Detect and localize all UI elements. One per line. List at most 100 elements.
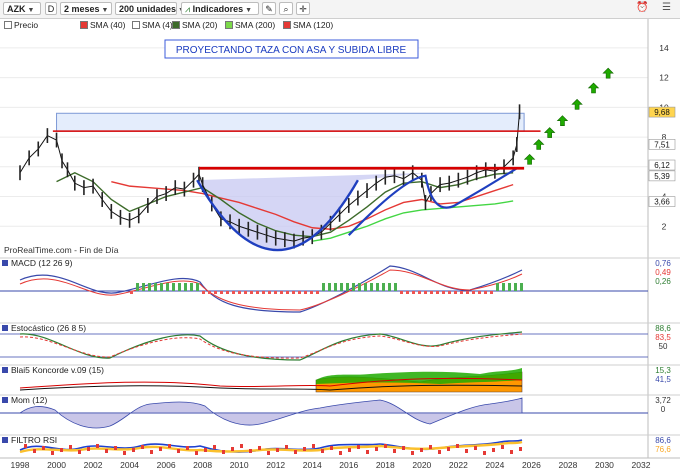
rsi-red-mark xyxy=(42,446,45,450)
target-box xyxy=(56,112,525,132)
rsi-red-mark xyxy=(60,448,63,452)
legend-item[interactable]: SMA (120) xyxy=(283,20,333,31)
macd-histogram-bar xyxy=(340,283,343,291)
macd-histogram-bar xyxy=(436,291,439,294)
macd-histogram-bar xyxy=(424,291,427,294)
rsi-red-mark xyxy=(78,450,81,454)
panel-value-label: 0 xyxy=(661,405,666,414)
macd-histogram-bar xyxy=(172,283,175,291)
macd-histogram-bar xyxy=(472,291,475,294)
rsi-red-mark xyxy=(285,445,288,449)
rsi-red-mark xyxy=(177,449,180,453)
macd-histogram-bar xyxy=(292,291,295,294)
rsi-red-mark xyxy=(186,446,189,450)
x-tick-label: 2012 xyxy=(266,460,285,470)
alert-icon[interactable]: ⏰ xyxy=(636,3,648,13)
rsi-red-mark xyxy=(213,445,216,449)
macd-histogram-bar xyxy=(148,283,151,291)
x-tick-label: 2004 xyxy=(120,460,139,470)
macd-histogram-bar xyxy=(274,291,277,294)
menu-icon[interactable]: ☰ xyxy=(662,3,671,13)
macd-histogram-bar xyxy=(220,291,223,294)
panel-value-label: 41,5 xyxy=(655,375,671,384)
rsi-red-mark xyxy=(267,451,270,455)
macd-histogram-bar xyxy=(460,291,463,294)
macd-histogram-bar xyxy=(310,291,313,294)
macd-histogram-bar xyxy=(478,291,481,294)
macd-histogram-bar xyxy=(262,291,265,294)
panel-icon xyxy=(2,437,8,443)
rsi-red-mark xyxy=(312,444,315,448)
macd-histogram-bar xyxy=(256,291,259,294)
panel-icon xyxy=(2,325,8,331)
panel-value-label: 15,3 xyxy=(655,366,671,375)
period-letter-button[interactable]: D xyxy=(45,2,57,15)
koncorde-green-area xyxy=(316,368,522,384)
rsi-red-mark xyxy=(249,449,252,453)
rsi-red-mark xyxy=(447,447,450,451)
rsi-red-mark xyxy=(384,444,387,448)
rsi-red-mark xyxy=(24,444,27,448)
draw-tool-button[interactable]: ✎ xyxy=(262,2,276,15)
rsi-red-mark xyxy=(492,448,495,452)
rsi-red-mark xyxy=(114,446,117,450)
macd-histogram-bar xyxy=(232,291,235,294)
macd-histogram-bar xyxy=(328,283,331,291)
macd-histogram-bar xyxy=(454,291,457,294)
rsi-red-mark xyxy=(519,447,522,451)
x-tick-label: 2006 xyxy=(157,460,176,470)
legend-item[interactable]: SMA (200) xyxy=(225,20,275,31)
cursor-tool-button[interactable]: ✛ xyxy=(296,2,310,15)
macd-histogram-bar xyxy=(190,283,193,291)
price-label: 7,51 xyxy=(654,140,670,149)
chart-canvas[interactable]: 1412108642PROYECTANDO TAZA CON ASA Y SUB… xyxy=(0,0,680,471)
period-selector[interactable]: 2 meses ▼ xyxy=(60,2,112,15)
macd-line xyxy=(19,265,523,313)
macd-histogram-bar xyxy=(394,283,397,291)
x-tick-label: 2010 xyxy=(230,460,249,470)
rsi-red-mark xyxy=(258,446,261,450)
panel-title: MACD (12 26 9) xyxy=(11,258,73,268)
x-tick-label: 2028 xyxy=(558,460,577,470)
rsi-red-mark xyxy=(132,448,135,452)
legend-label: SMA (120) xyxy=(293,20,334,30)
rsi-red-mark xyxy=(501,445,504,449)
indicator-legend: Precio SMA (40) SMA (4) SMA (20) SMA (200) SM… xyxy=(0,18,640,32)
legend-swatch xyxy=(172,21,180,29)
macd-histogram-bar xyxy=(400,291,403,294)
legend-item[interactable]: SMA (20) xyxy=(172,20,217,31)
rsi-red-mark xyxy=(222,450,225,454)
macd-histogram-bar xyxy=(142,283,145,291)
indicators-label: Indicadores xyxy=(192,4,244,14)
y-tick-label: 14 xyxy=(659,43,669,53)
rsi-red-mark xyxy=(150,450,153,454)
macd-histogram-bar xyxy=(502,283,505,291)
stoch-d-line xyxy=(19,333,523,359)
rsi-red-mark xyxy=(330,446,333,450)
x-tick-label: 2022 xyxy=(449,460,468,470)
zoom-button[interactable]: ⌕ xyxy=(279,2,293,15)
price-label: 3,66 xyxy=(654,198,670,207)
price-label: 5,39 xyxy=(654,172,670,181)
magnifier-icon: ⌕ xyxy=(283,4,289,14)
legend-item[interactable]: SMA (4) xyxy=(132,20,173,31)
panel-title: Mom (12) xyxy=(11,395,48,405)
rsi-red-mark xyxy=(438,450,441,454)
panel-title: Estocástico (26 8 5) xyxy=(11,323,86,333)
legend-item[interactable]: Precio xyxy=(4,20,38,31)
period-letter: D xyxy=(47,4,55,14)
symbol-selector[interactable]: AZK ▼ xyxy=(3,2,41,15)
rsi-red-mark xyxy=(429,445,432,449)
rsi-red-mark xyxy=(456,444,459,448)
panel-title: Blai5 Koncorde v.09 (15) xyxy=(11,365,104,375)
rsi-red-mark xyxy=(321,449,324,453)
chevron-down-icon: ▼ xyxy=(27,7,35,14)
units-selector[interactable]: 200 unidades▼ xyxy=(115,2,185,15)
macd-histogram-bar xyxy=(514,283,517,291)
macd-histogram-bar xyxy=(196,283,199,291)
legend-item[interactable]: SMA (40) xyxy=(80,20,125,31)
macd-histogram-bar xyxy=(160,283,163,291)
macd-histogram-bar xyxy=(406,291,409,294)
rsi-red-mark xyxy=(303,447,306,451)
indicators-button[interactable]: ⩘ Indicadores ▼ xyxy=(181,2,259,15)
